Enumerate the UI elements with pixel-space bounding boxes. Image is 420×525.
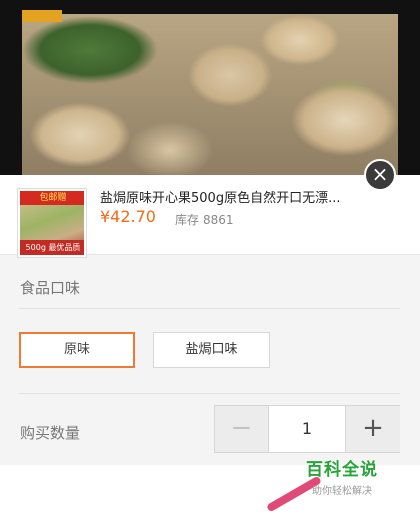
stock-label: 库存	[175, 213, 200, 227]
photo-right-edge	[398, 0, 420, 175]
flavor-option-original[interactable]: 原味	[19, 332, 135, 368]
stock-info: 库存 8861	[175, 211, 234, 228]
flavor-option-salted[interactable]: 盐焗口味	[153, 332, 270, 368]
plus-icon[interactable]: +	[345, 406, 400, 452]
product-photo	[0, 0, 420, 175]
quantity-label: 购买数量	[20, 424, 81, 442]
stock-value: 8861	[203, 213, 234, 227]
watermark-main: 百科全说	[306, 460, 378, 480]
product-header: 包邮赠 500g 最优品质 盐焗原味开心果500g原色自然开口无漂... ¥42…	[0, 175, 420, 257]
quantity-stepper: − 1 +	[214, 405, 400, 453]
product-thumbnail: 包邮赠 500g 最优品质	[18, 189, 86, 257]
product-title: 盐焗原味开心果500g原色自然开口无漂...	[100, 191, 341, 206]
flavor-label: 食品口味	[20, 279, 81, 297]
photo-accent	[22, 10, 62, 22]
product-price: ¥42.70	[100, 207, 156, 226]
photo-left-edge	[0, 0, 22, 175]
sku-sheet: 包邮赠 500g 最优品质 盐焗原味开心果500g原色自然开口无漂... ¥42…	[0, 175, 420, 525]
minus-icon[interactable]: −	[215, 406, 269, 452]
photo-top-edge	[0, 0, 420, 14]
watermark: 百科全说 助你轻松解决	[292, 455, 392, 497]
divider	[18, 308, 400, 309]
watermark-sub: 助你轻松解决	[312, 486, 372, 497]
close-icon[interactable]: ×	[364, 159, 396, 191]
thumbnail-tag: 包邮赠	[20, 191, 84, 205]
divider	[18, 393, 400, 394]
thumbnail-weight: 500g 最优品质	[20, 240, 84, 255]
quantity-value[interactable]: 1	[269, 406, 345, 452]
